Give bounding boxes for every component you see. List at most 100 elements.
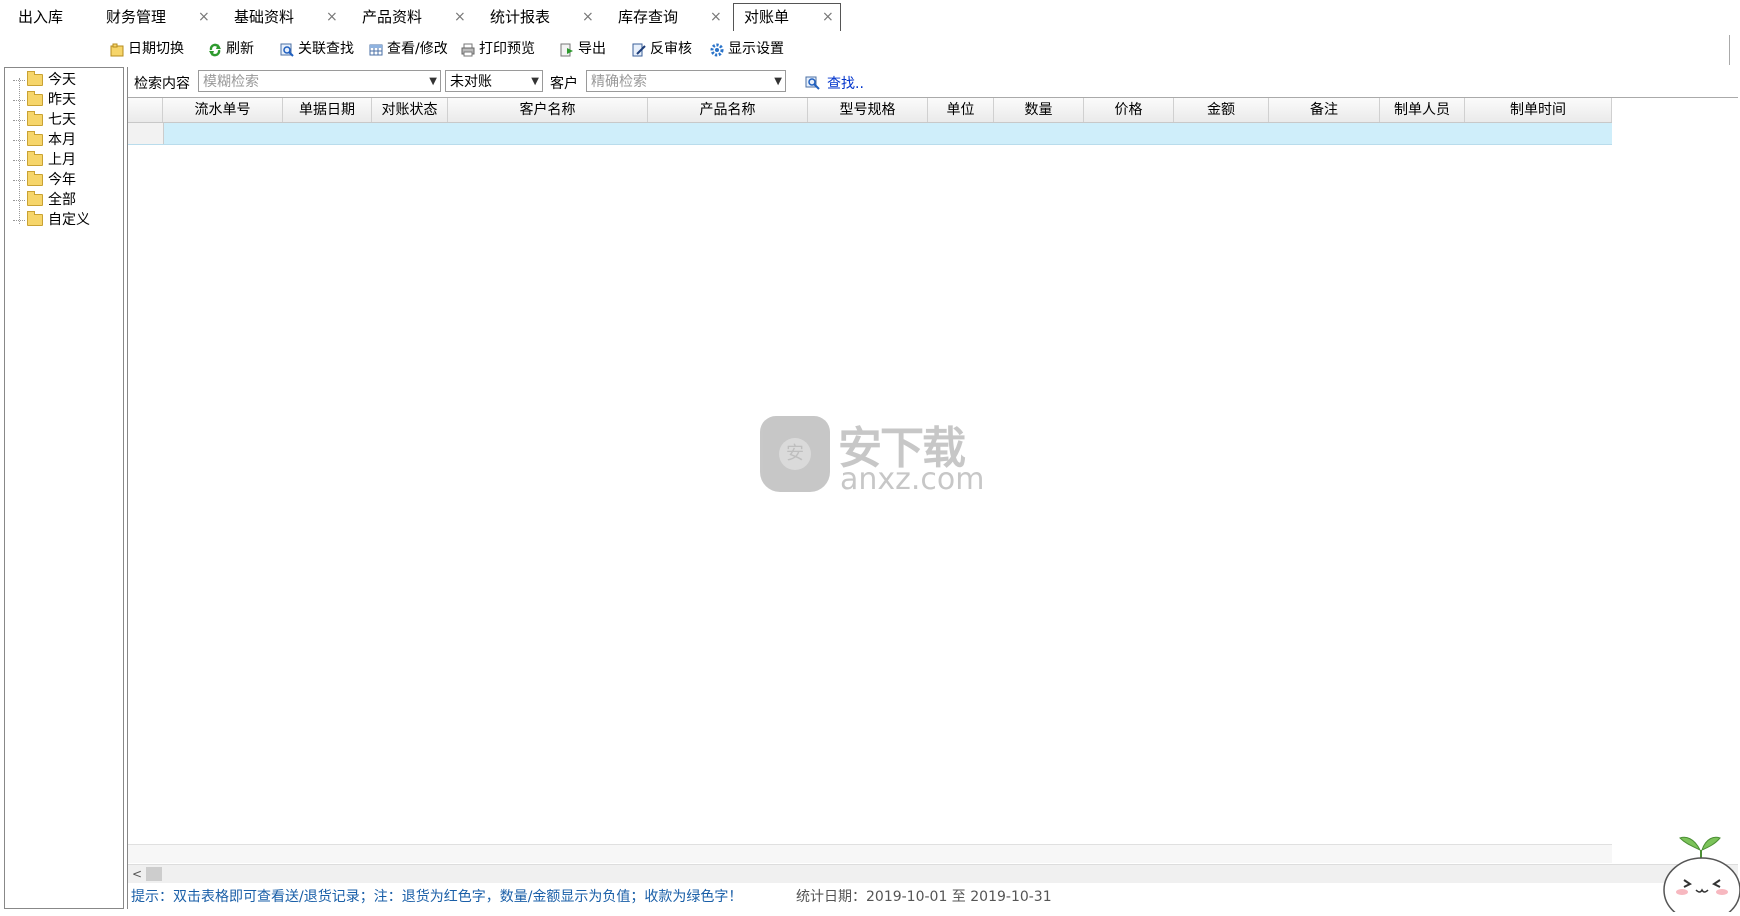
edit-document-icon (632, 42, 646, 57)
watermark-en: anxz.com (840, 462, 985, 497)
panel-edge (1729, 35, 1738, 65)
filter-bar: 检索内容 模糊检索 ▼ 未对账 ▼ 客户 精确检索 ▼ 查找.. (128, 35, 1738, 95)
customer-exact-combo[interactable]: 精确检索 ▼ (586, 70, 786, 92)
column-header[interactable]: 客户名称 (448, 98, 648, 122)
tab-label: 产品资料 (362, 8, 423, 26)
folder-icon (27, 111, 43, 126)
tab-label: 统计报表 (490, 8, 551, 26)
tree-item-seven-days[interactable]: 七天 (13, 110, 76, 130)
chevron-left-icon[interactable]: < (132, 865, 142, 883)
tab-bar: 出入库 财务管理 × 基础资料 × 产品资料 × 统计报表 × 库存查询 × 对… (0, 0, 1740, 31)
tree-item-label: 自定义 (48, 212, 90, 228)
find-link-label: 查找.. (827, 76, 864, 92)
column-header[interactable]: 流水单号 (163, 98, 283, 122)
tab-label: 出入库 (18, 8, 64, 26)
tree-item-label: 全部 (48, 192, 76, 208)
table-row[interactable] (128, 123, 1612, 145)
print-preview-button[interactable]: 打印预览 (461, 38, 535, 60)
shield-icon (760, 416, 830, 492)
linked-search-label: 关联查找 (298, 41, 354, 57)
tree-item-label: 今年 (48, 172, 76, 188)
row-header[interactable] (128, 123, 164, 144)
date-range-tree: 今天 昨天 七天 本月 上月 今年 全部 自定义 (4, 67, 124, 909)
view-edit-label: 查看/修改 (387, 41, 448, 57)
tab-label: 库存查询 (618, 8, 679, 26)
chevron-down-icon[interactable]: ▼ (429, 71, 437, 93)
fuzzy-search-placeholder: 模糊检索 (203, 74, 259, 90)
close-icon[interactable]: × (822, 4, 834, 30)
column-header[interactable]: 备注 (1269, 98, 1380, 122)
column-header[interactable]: 制单人员 (1380, 98, 1465, 122)
tree-item-label: 昨天 (48, 92, 76, 108)
display-settings-button[interactable]: 显示设置 (710, 38, 784, 60)
scrollbar-thumb[interactable] (146, 867, 162, 881)
view-edit-button[interactable]: 查看/修改 (369, 38, 448, 60)
tree-item-this-month[interactable]: 本月 (13, 130, 76, 150)
calendar-folder-icon (110, 42, 124, 57)
refresh-label: 刷新 (226, 41, 254, 57)
tab-label: 对账单 (744, 8, 790, 26)
tree-item-last-month[interactable]: 上月 (13, 150, 76, 170)
stat-date-text: 统计日期：2019-10-01 至 2019-10-31 (796, 889, 1052, 905)
hint-text: 提示：双击表格即可查看送/退货记录；注：退货为红色字，数量/金额显示为负值；收款… (131, 889, 743, 905)
tab-inventory[interactable]: 库存查询 × (618, 4, 728, 30)
table-icon (369, 42, 383, 56)
mascot-icon[interactable] (1660, 820, 1740, 916)
unaudit-button[interactable]: 反审核 (632, 38, 692, 60)
tree-item-label: 七天 (48, 112, 76, 128)
search-icon (805, 76, 821, 90)
refresh-button[interactable]: 刷新 (208, 38, 254, 60)
close-icon[interactable]: × (326, 4, 338, 30)
folder-icon (27, 71, 43, 86)
close-icon[interactable]: × (198, 4, 210, 30)
tab-finance[interactable]: 财务管理 × (106, 4, 216, 30)
tab-label: 财务管理 (106, 8, 167, 26)
fuzzy-search-combo[interactable]: 模糊检索 ▼ (198, 70, 441, 92)
horizontal-scrollbar[interactable]: < (128, 864, 1738, 883)
tree-item-yesterday[interactable]: 昨天 (13, 90, 76, 110)
tab-statement[interactable]: 对账单 × (733, 3, 841, 31)
folder-icon (27, 151, 43, 166)
chevron-down-icon[interactable]: ▼ (531, 71, 539, 93)
row-header-corner (128, 98, 163, 122)
folder-icon (27, 211, 43, 226)
display-settings-label: 显示设置 (728, 41, 784, 57)
column-header[interactable]: 制单时间 (1465, 98, 1612, 122)
close-icon[interactable]: × (582, 4, 594, 30)
tab-inout[interactable]: 出入库 (18, 4, 88, 30)
refresh-icon (208, 42, 222, 57)
tree-item-label: 上月 (48, 152, 76, 168)
export-label: 导出 (578, 41, 606, 57)
close-icon[interactable]: × (710, 4, 722, 30)
column-header[interactable]: 单据日期 (283, 98, 372, 122)
find-link[interactable]: 查找.. (805, 73, 864, 93)
search-document-icon (280, 42, 294, 57)
tab-reports[interactable]: 统计报表 × (490, 4, 600, 30)
date-switch-button[interactable]: 日期切换 (110, 38, 184, 60)
grid-header: 流水单号 单据日期 对账状态 客户名称 产品名称 型号规格 单位 数量 价格 金… (128, 98, 1612, 123)
linked-search-button[interactable]: 关联查找 (280, 38, 354, 60)
export-icon (560, 42, 574, 57)
chevron-down-icon[interactable]: ▼ (774, 71, 782, 93)
column-header[interactable]: 型号规格 (808, 98, 928, 122)
unaudit-label: 反审核 (650, 41, 692, 57)
column-header[interactable]: 数量 (994, 98, 1084, 122)
tab-basic-data[interactable]: 基础资料 × (234, 4, 344, 30)
tab-products[interactable]: 产品资料 × (362, 4, 472, 30)
column-header[interactable]: 产品名称 (648, 98, 808, 122)
search-content-label: 检索内容 (134, 76, 190, 92)
column-header[interactable]: 对账状态 (372, 98, 448, 122)
tree-item-all[interactable]: 全部 (13, 190, 76, 210)
export-button[interactable]: 导出 (560, 38, 606, 60)
tree-item-custom[interactable]: 自定义 (13, 210, 90, 230)
close-icon[interactable]: × (454, 4, 466, 30)
column-header[interactable]: 金额 (1174, 98, 1269, 122)
tree-item-this-year[interactable]: 今年 (13, 170, 76, 190)
column-header[interactable]: 价格 (1084, 98, 1174, 122)
reconcile-status-select[interactable]: 未对账 ▼ (445, 70, 543, 92)
column-header[interactable]: 单位 (928, 98, 994, 122)
print-preview-label: 打印预览 (479, 41, 535, 57)
status-bar: 提示：双击表格即可查看送/退货记录；注：退货为红色字，数量/金额显示为负值；收款… (128, 887, 1738, 907)
tree-item-today[interactable]: 今天 (13, 70, 76, 90)
folder-icon (27, 131, 43, 146)
